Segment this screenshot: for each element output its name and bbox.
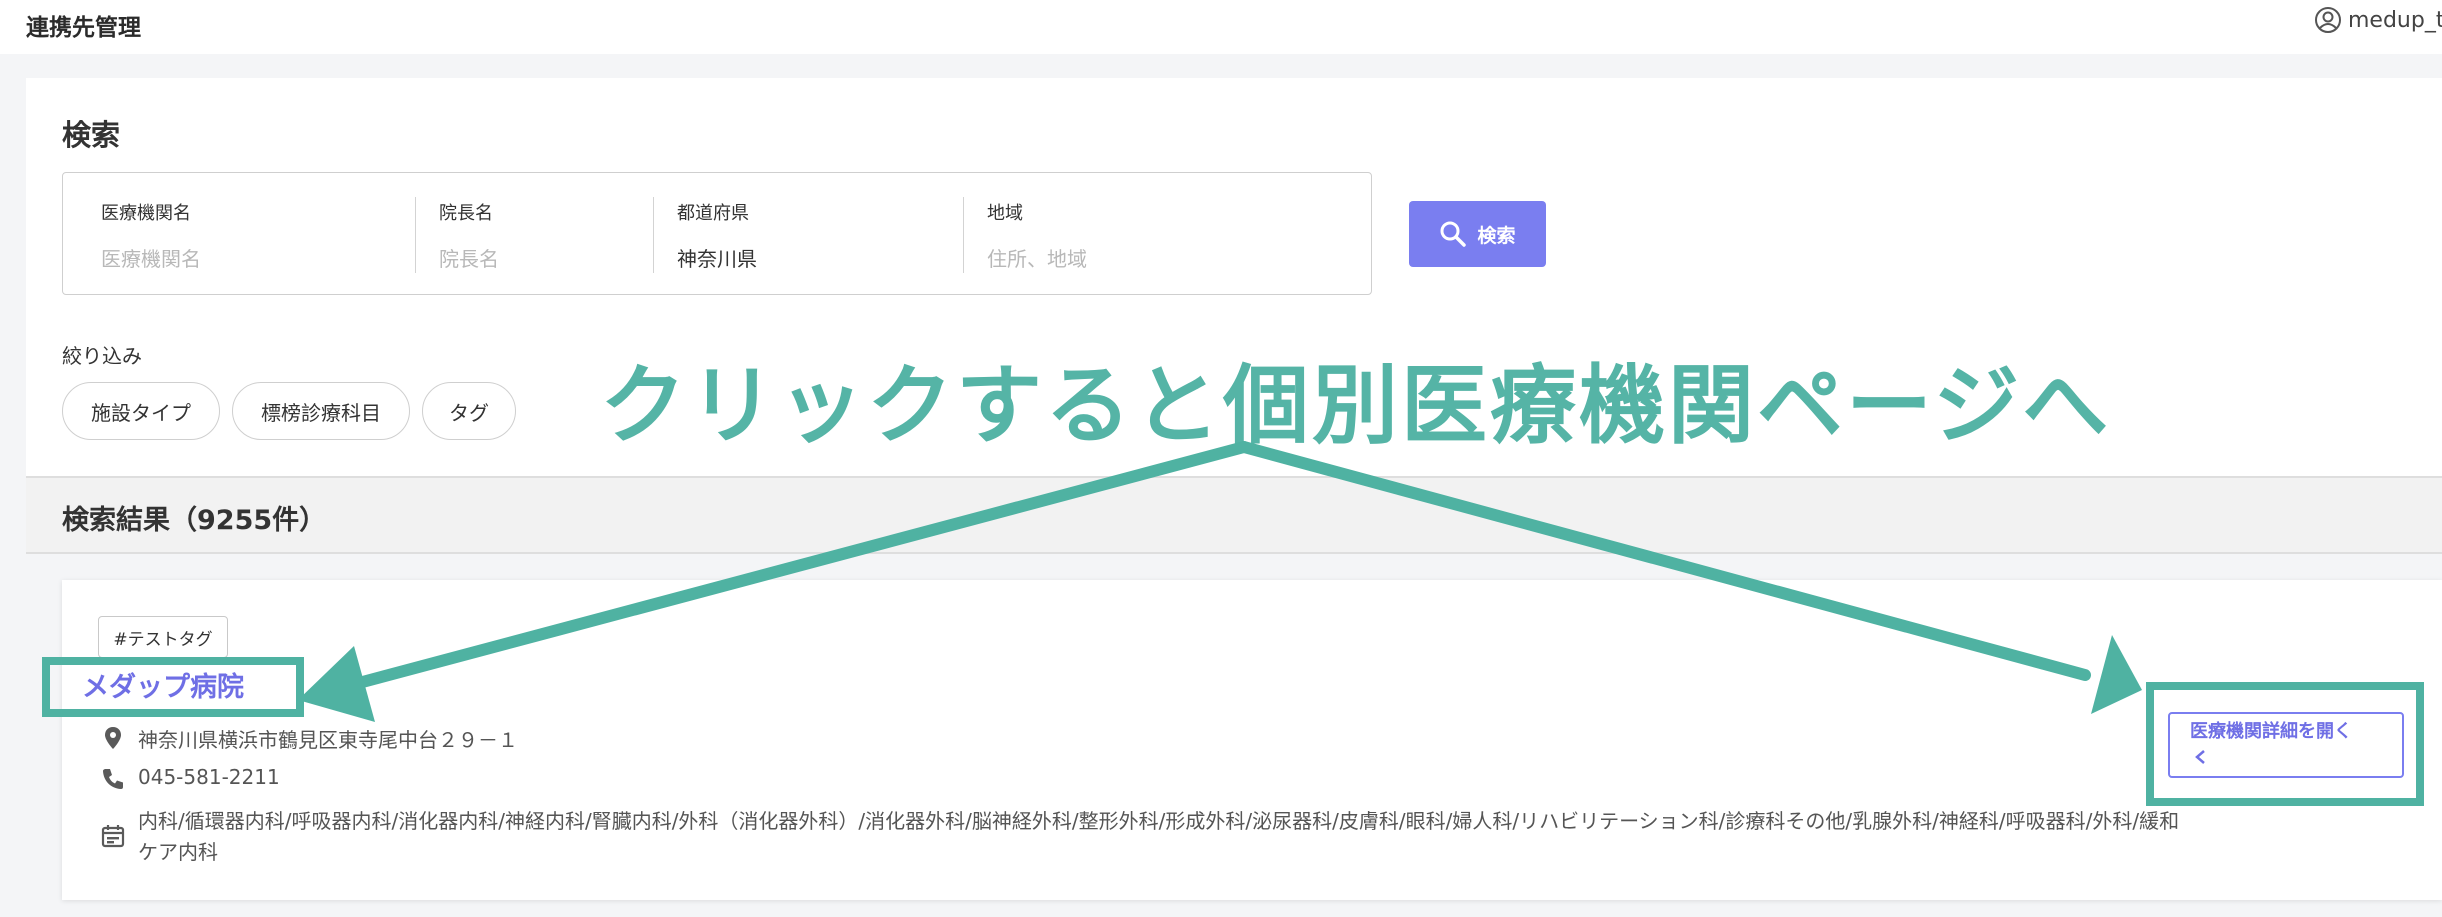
annotation-arrow-left-shaft: [349, 441, 1250, 690]
annotation-arrows: [298, 441, 2142, 722]
annotation-arrowhead-right: [2091, 635, 2142, 714]
annotation-arrow-right-shaft: [1238, 441, 2091, 681]
annotation-arrowhead-left: [298, 646, 375, 722]
